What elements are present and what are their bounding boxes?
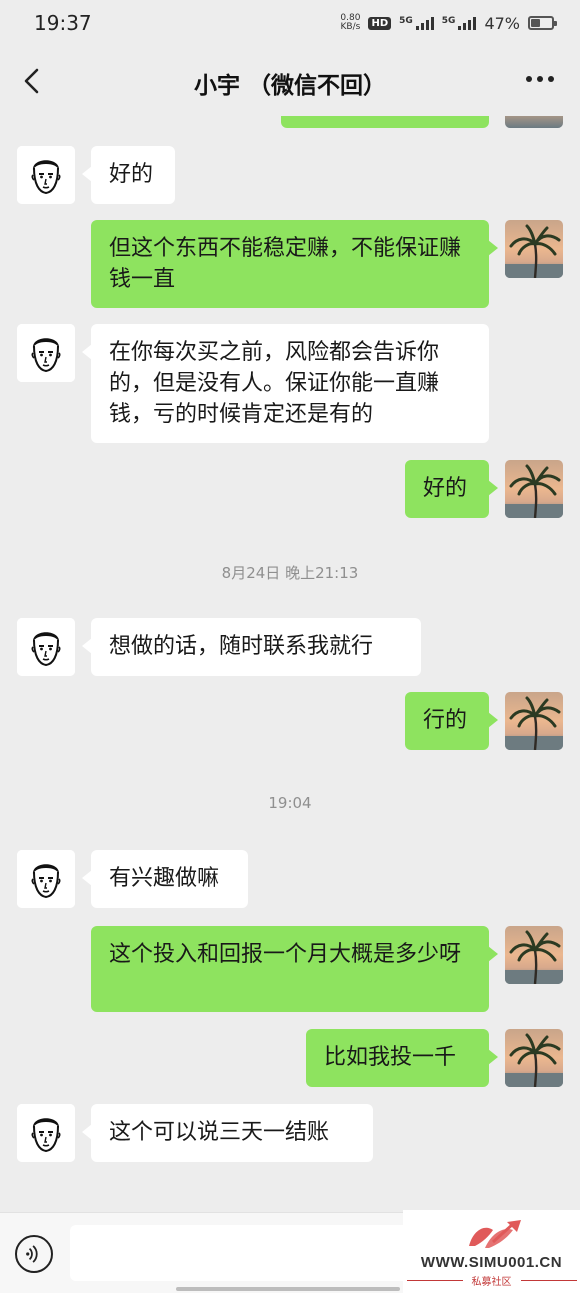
palm-tree-avatar-icon [505, 926, 563, 984]
signal-icon-sim2: 5G [442, 16, 477, 30]
man-face-avatar-icon [17, 850, 75, 908]
palm-tree-avatar-icon [505, 1029, 563, 1087]
my-avatar[interactable] [505, 220, 563, 278]
chat-header: 小宇 （微信不回） [0, 46, 580, 116]
man-face-avatar-icon [17, 146, 75, 204]
contact-avatar[interactable] [17, 324, 75, 382]
palm-tree-avatar-icon [505, 692, 563, 750]
status-indicators: 0.80 KB/s HD 5G 5G 47% [340, 10, 557, 36]
received-message-bubble[interactable]: 好的 [82, 146, 175, 204]
timestamp: 19:04 [268, 794, 312, 812]
message-list[interactable]: 好的 但这个东西不能稳定赚，不能保证赚钱一直 在你每次买之前，风险都会告诉你的，… [0, 116, 580, 1212]
my-avatar[interactable] [505, 460, 563, 518]
signal-icon-sim1: 5G [399, 16, 434, 30]
received-message-bubble[interactable]: 在你每次买之前，风险都会告诉你的，但是没有人。保证你能一直赚钱，亏的时候肯定还是… [82, 324, 489, 443]
chat-title: 小宇 （微信不回） [193, 73, 386, 99]
more-options-icon[interactable] [526, 76, 554, 84]
message-input[interactable] [70, 1225, 430, 1281]
palm-tree-avatar-icon [505, 460, 563, 518]
watermark-logo-icon [469, 1220, 521, 1248]
my-avatar[interactable] [505, 692, 563, 750]
sent-message-bubble[interactable]: 比如我投一千 [306, 1029, 498, 1087]
timestamp: 8月24日 晚上21:13 [221, 564, 359, 582]
hd-icon: HD [368, 16, 392, 30]
received-message-bubble[interactable]: 想做的话，随时联系我就行 [82, 618, 421, 676]
sent-message-bubble[interactable]: 好的 [405, 460, 498, 518]
home-indicator[interactable] [176, 1287, 400, 1291]
my-avatar[interactable] [505, 926, 563, 984]
man-face-avatar-icon [17, 618, 75, 676]
contact-avatar[interactable] [17, 146, 75, 204]
battery-level [531, 19, 541, 27]
contact-avatar[interactable] [17, 850, 75, 908]
received-message-bubble[interactable]: 这个可以说三天一结账 [82, 1104, 373, 1162]
message-bubble-partial [281, 116, 489, 128]
palm-tree-avatar-icon [505, 116, 563, 128]
sent-message-bubble[interactable]: 行的 [405, 692, 498, 750]
contact-avatar[interactable] [17, 618, 75, 676]
received-message-bubble[interactable]: 有兴趣做嘛 [82, 850, 248, 908]
watermark-url: WWW.SIMU001.CN [420, 1254, 563, 1271]
contact-avatar[interactable] [17, 1104, 75, 1162]
man-face-avatar-icon [17, 324, 75, 382]
palm-tree-avatar-icon [505, 220, 563, 278]
my-avatar[interactable] [505, 116, 563, 128]
status-time: 19:37 [34, 11, 92, 35]
sent-message-bubble[interactable]: 但这个东西不能稳定赚，不能保证赚钱一直 [91, 220, 498, 308]
status-bar: 19:37 0.80 KB/s HD 5G 5G 47% [0, 0, 580, 46]
sent-message-bubble[interactable]: 这个投入和回报一个月大概是多少呀 [91, 926, 498, 1012]
voice-icon[interactable] [15, 1235, 53, 1273]
network-speed: 0.80 KB/s [340, 13, 361, 32]
battery-percent: 47% [484, 13, 520, 33]
watermark: WWW.SIMU001.CN 私募社区 [403, 1210, 580, 1293]
man-face-avatar-icon [17, 1104, 75, 1162]
my-avatar[interactable] [505, 1029, 563, 1087]
watermark-divider-right [521, 1280, 577, 1281]
battery-icon [528, 16, 557, 30]
